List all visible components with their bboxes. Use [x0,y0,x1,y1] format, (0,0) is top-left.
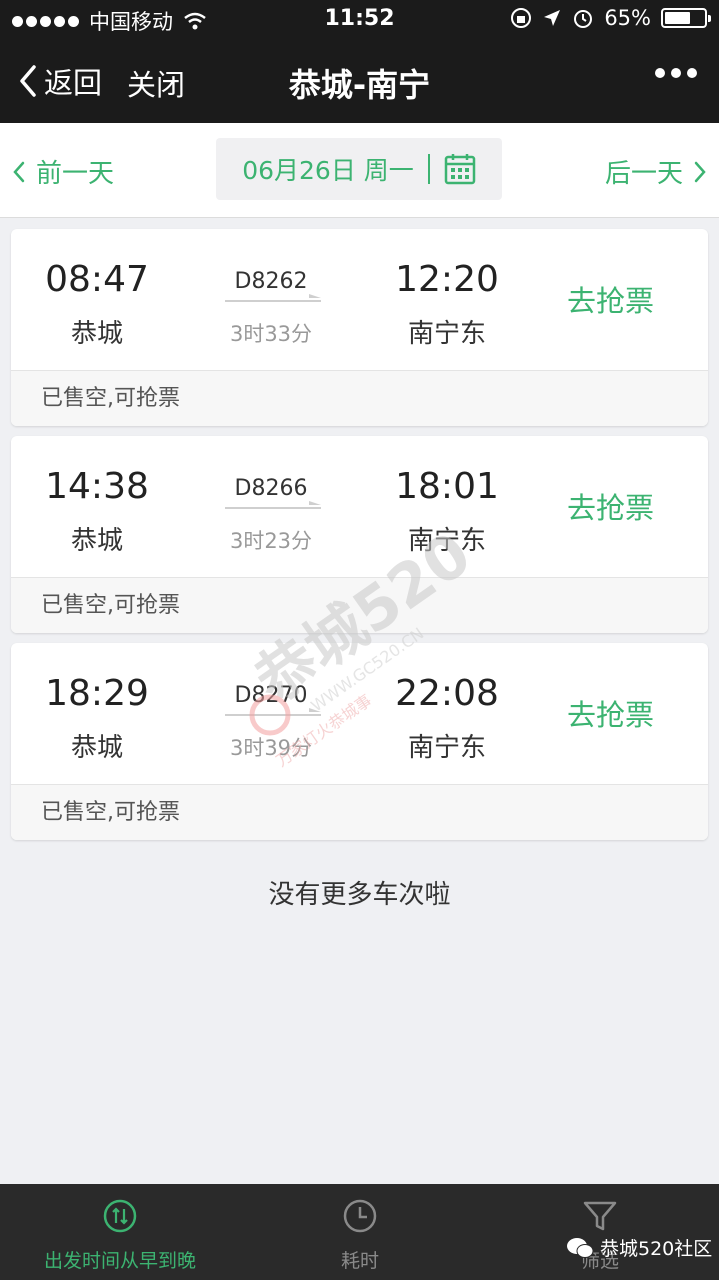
close-button[interactable]: 关闭 [127,62,185,104]
route-arrow-icon [225,300,321,302]
train-card[interactable]: 14:38 恭城 D8266 3时23分 18:01 南宁东 去抢票 已售空,可… [11,436,708,633]
route-arrow-icon [225,507,321,509]
train-number: D8262 [234,269,308,294]
tab-label: 耗时 [340,1250,379,1272]
grab-ticket-button[interactable]: 去抢票 [567,692,654,734]
train-card[interactable]: 18:29 恭城 D8270 3时39分 22:08 南宁东 去抢票 已售空,可… [11,643,708,840]
bottom-toolbar: 出发时间从早到晚 耗时 筛选 [0,1184,719,1280]
location-icon [544,10,561,26]
filter-icon [583,1201,617,1231]
battery-icon [661,8,711,28]
arrival-station: 南宁东 [407,526,486,556]
travel-duration: 3时23分 [229,529,313,553]
arrow-head-icon [309,708,321,712]
clock-icon [343,1199,377,1233]
arrival-time: 18:01 [395,466,499,507]
chevron-right-icon [694,161,706,182]
date-divider [427,154,430,184]
arrival-time: 12:20 [395,259,499,300]
next-day-label: 后一天 [604,159,683,189]
arrival-station: 南宁东 [407,733,486,763]
train-number: D8270 [234,683,308,708]
more-dot-icon [655,68,665,78]
ticket-status: 已售空,可抢票 [11,370,708,426]
departure-station: 恭城 [70,526,123,556]
date-picker-button[interactable]: 06月26日 周一 [216,138,502,200]
next-day-button[interactable]: 后一天 [605,153,707,190]
more-dot-icon [671,68,681,78]
prev-day-label: 前一天 [36,159,115,189]
alarm-icon [574,10,593,28]
battery-fill [665,12,690,24]
more-menu-button[interactable] [655,68,697,78]
train-info: 08:47 恭城 D8262 3时33分 12:20 南宁东 去抢票 [11,229,708,370]
tab-sort-by-departure[interactable]: 出发时间从早到晚 [20,1184,220,1280]
app-root: 中国移动 11:52 65% 返回 关闭 恭城-南宁 前一天 06月26日 周一… [0,0,719,1280]
no-more-trains-text: 没有更多车次啦 [268,880,451,910]
chevron-left-icon [13,161,25,182]
tab-label: 筛选 [580,1250,619,1272]
prev-day-button[interactable]: 前一天 [12,153,114,190]
departure-station: 恭城 [70,319,123,349]
departure-time: 08:47 [45,259,149,300]
grab-ticket-button[interactable]: 去抢票 [567,485,654,527]
status-bar: 中国移动 11:52 65% [0,0,719,40]
date-bar: 前一天 06月26日 周一 后一天 [0,123,719,218]
arrival-time: 22:08 [395,673,499,714]
train-info: 14:38 恭城 D8266 3时23分 18:01 南宁东 去抢票 [11,436,708,577]
more-dot-icon [687,68,697,78]
route-arrow-icon [225,714,321,716]
status-right: 65% [510,6,711,30]
travel-duration: 3时33分 [229,322,313,346]
departure-time: 14:38 [45,466,149,507]
chevron-left-icon [20,65,36,97]
arrow-head-icon [309,294,321,298]
calendar-icon [444,154,476,185]
ticket-status: 已售空,可抢票 [11,784,708,840]
tab-duration[interactable]: 耗时 [290,1184,430,1280]
train-info: 18:29 恭城 D8270 3时39分 22:08 南宁东 去抢票 [11,643,708,784]
train-card[interactable]: 08:47 恭城 D8262 3时33分 12:20 南宁东 去抢票 已售空,可… [11,229,708,426]
rotation-lock-icon [511,8,532,28]
nav-bar: 返回 关闭 恭城-南宁 [0,40,719,123]
battery-percent: 65% [604,6,651,30]
back-button[interactable]: 返回 [18,60,102,102]
arrival-station: 南宁东 [407,319,486,349]
travel-duration: 3时39分 [229,736,313,760]
date-label: 06月26日 周一 [242,156,414,185]
page-title: 恭城-南宁 [288,66,431,104]
train-number: D8266 [234,476,308,501]
ticket-status: 已售空,可抢票 [11,577,708,633]
tab-label: 出发时间从早到晚 [43,1250,196,1272]
departure-station: 恭城 [70,733,123,763]
back-label: 返回 [44,66,103,100]
arrow-head-icon [309,501,321,505]
departure-time: 18:29 [45,673,149,714]
tab-filter[interactable]: 筛选 [530,1184,670,1280]
grab-ticket-button[interactable]: 去抢票 [567,278,654,320]
sort-icon [103,1199,137,1233]
